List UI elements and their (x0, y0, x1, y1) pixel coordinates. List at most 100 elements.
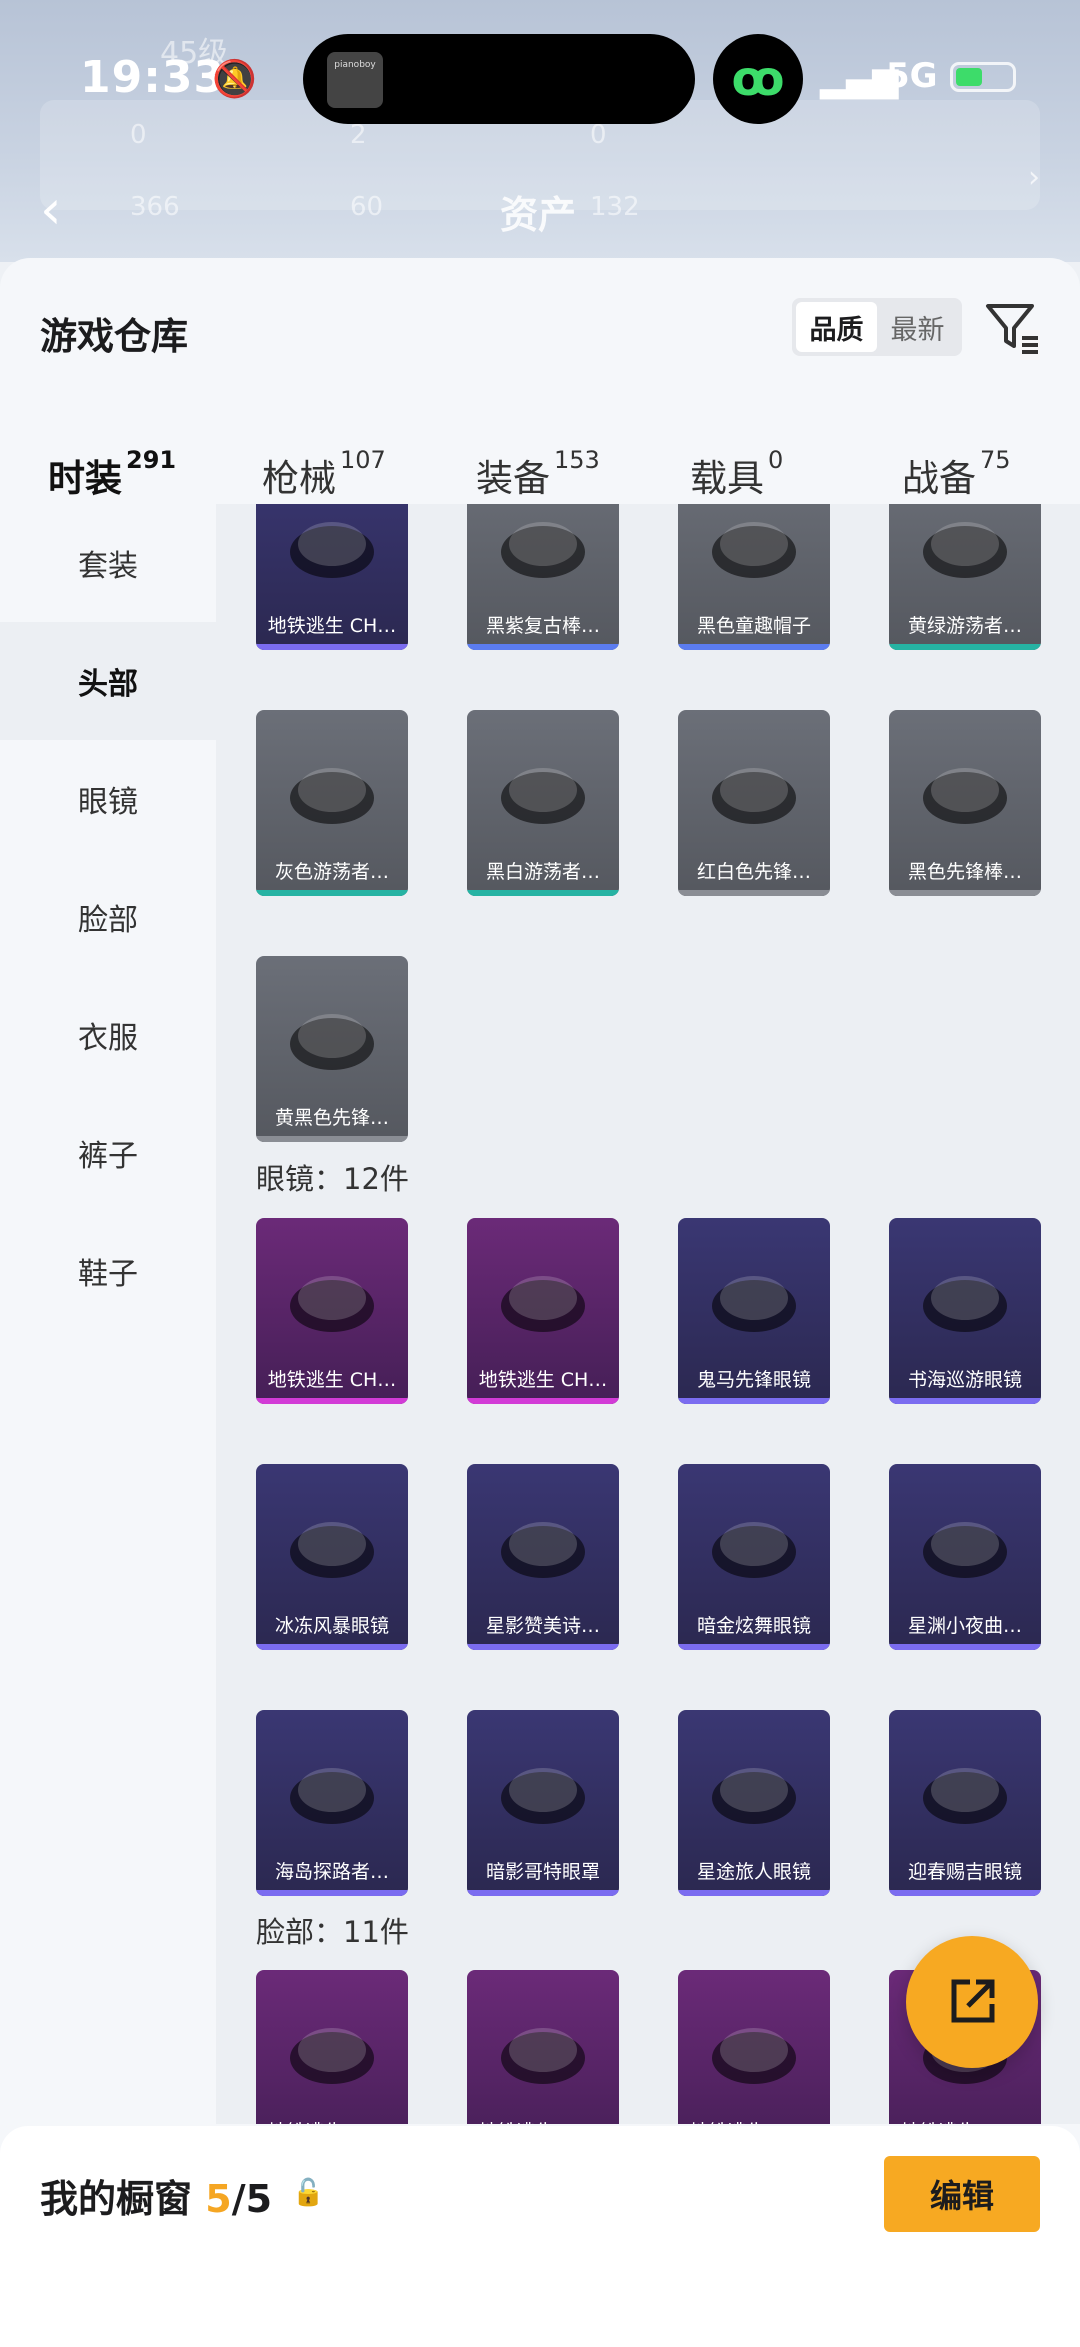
item-label: 地铁逃生 CH… (467, 2117, 619, 2124)
tab-vehicles[interactable]: 载具 0 (690, 446, 784, 502)
item-card[interactable]: 海岛探路者… (256, 1710, 408, 1896)
sidebar-item-glasses[interactable]: 眼镜 (0, 740, 216, 858)
stat-3: 0 (590, 120, 607, 150)
item-label: 地铁逃生 CH… (889, 2117, 1041, 2124)
sort-latest-button[interactable]: 最新 (877, 302, 958, 352)
quality-bar (467, 1644, 619, 1650)
item-image-icon (280, 740, 384, 840)
item-card[interactable]: 地铁逃生 CH… (256, 504, 408, 650)
item-label: 星影赞美诗… (485, 1615, 600, 1637)
sidebar-item-outfits[interactable]: 套装 (0, 504, 216, 622)
tab-label: 枪械 (262, 457, 336, 500)
item-image-icon (702, 1740, 806, 1840)
item-label: 地铁逃生 CH… (267, 615, 397, 637)
item-card[interactable]: 黄黑色先锋… (256, 956, 408, 1142)
quality-bar (467, 1890, 619, 1896)
filter-icon[interactable] (982, 298, 1042, 358)
item-image-icon (491, 1494, 595, 1594)
item-label: 灰色游荡者… (274, 861, 389, 883)
item-card[interactable]: 地铁逃生 CH… (256, 1970, 408, 2124)
item-card[interactable]: 冰冻风暴眼镜 (256, 1464, 408, 1650)
asset-title: 资产 (500, 193, 577, 237)
tab-guns[interactable]: 枪械 107 (262, 446, 386, 502)
quality-bar (678, 890, 830, 896)
chevron-right-icon: › (1028, 160, 1040, 195)
quality-bar (256, 890, 408, 896)
status-time: 19:33 (80, 52, 226, 103)
edit-button[interactable]: 编辑 (884, 2156, 1040, 2232)
quality-bar (678, 1398, 830, 1404)
item-card[interactable]: 星影赞美诗… (467, 1464, 619, 1650)
item-image-icon (913, 504, 1017, 594)
item-card[interactable]: 黑紫复古棒… (467, 504, 619, 650)
subcategory-sidebar: 套装 头部 眼镜 脸部 衣服 裤子 鞋子 (0, 504, 216, 2124)
item-card[interactable]: 暗影哥特眼罩 (467, 1710, 619, 1896)
item-card[interactable]: 地铁逃生 CH… (467, 1218, 619, 1404)
tab-equipment[interactable]: 装备 153 (476, 446, 600, 502)
album-art-icon: pianoboy (327, 52, 383, 108)
stat-6: 132 (590, 192, 640, 222)
item-card[interactable]: 黑色童趣帽子 (678, 504, 830, 650)
item-card[interactable]: 鬼马先锋眼镜 (678, 1218, 830, 1404)
item-label: 暗影哥特眼罩 (485, 1861, 600, 1883)
sidebar-item-head[interactable]: 头部 (0, 622, 216, 740)
item-label: 地铁逃生 CH… (478, 1369, 608, 1391)
item-image-icon (280, 986, 384, 1086)
item-card[interactable]: 地铁逃生 CH… (678, 1970, 830, 2124)
quality-bar (678, 1644, 830, 1650)
link-app-icon[interactable]: ꝏ (713, 34, 803, 124)
item-card[interactable]: 地铁逃生 CH… (467, 1970, 619, 2124)
item-image-icon (913, 1494, 1017, 1594)
battery-icon (950, 62, 1016, 92)
dynamic-island[interactable]: pianoboy (303, 34, 695, 124)
item-card[interactable]: 迎春赐吉眼镜 (889, 1710, 1041, 1896)
showcase-bar: 我的橱窗 5/5 🔓 编辑 (0, 2126, 1080, 2347)
item-image-icon (491, 1248, 595, 1348)
item-image-icon (280, 1494, 384, 1594)
item-card[interactable]: 红白色先锋… (678, 710, 830, 896)
item-card[interactable]: 灰色游荡者… (256, 710, 408, 896)
item-label: 星渊小夜曲… (907, 1615, 1022, 1637)
item-image-icon (702, 2000, 806, 2100)
item-label: 星途旅人眼镜 (696, 1861, 811, 1883)
share-fab-button[interactable] (906, 1936, 1038, 2068)
item-card[interactable]: 书海巡游眼镜 (889, 1218, 1041, 1404)
sort-quality-button[interactable]: 品质 (796, 302, 877, 352)
item-image-icon (280, 2000, 384, 2100)
tab-count: 0 (768, 446, 784, 474)
item-image-icon (491, 2000, 595, 2100)
sidebar-item-pants[interactable]: 裤子 (0, 1094, 216, 1212)
item-image-icon (280, 504, 384, 594)
item-image-icon (913, 1248, 1017, 1348)
warehouse-panel: 游戏仓库 品质 最新 时装 291 枪械 107 装备 153 载具 0 战备 75 套装… (0, 258, 1080, 2347)
item-card[interactable]: 地铁逃生 CH… (256, 1218, 408, 1404)
section-title: 眼镜：12件 (256, 1162, 409, 1196)
item-label: 地铁逃生 CH… (678, 2117, 830, 2124)
item-label: 黄黑色先锋… (274, 1107, 389, 1129)
item-card[interactable]: 黑色先锋棒… (889, 710, 1041, 896)
item-image-icon (702, 1494, 806, 1594)
item-card[interactable]: 暗金炫舞眼镜 (678, 1464, 830, 1650)
sidebar-item-clothes[interactable]: 衣服 (0, 976, 216, 1094)
item-card[interactable]: 黑白游荡者… (467, 710, 619, 896)
sidebar-item-shoes[interactable]: 鞋子 (0, 1212, 216, 1330)
item-label: 黄绿游荡者… (907, 615, 1022, 637)
tab-fashion[interactable]: 时装 291 (48, 446, 176, 526)
sidebar-item-face[interactable]: 脸部 (0, 858, 216, 976)
tab-gear[interactable]: 战备 75 (902, 446, 1011, 502)
item-image-icon (913, 1740, 1017, 1840)
item-card[interactable]: 星途旅人眼镜 (678, 1710, 830, 1896)
item-label: 迎春赐吉眼镜 (907, 1861, 1022, 1883)
tab-count: 75 (980, 446, 1011, 474)
item-label: 地铁逃生 CH… (267, 1369, 397, 1391)
item-card[interactable]: 黄绿游荡者… (889, 504, 1041, 650)
item-image-icon (702, 740, 806, 840)
quality-bar (256, 1890, 408, 1896)
item-label: 红白色先锋… (696, 861, 811, 883)
item-card[interactable]: 星渊小夜曲… (889, 1464, 1041, 1650)
panel-title: 游戏仓库 (40, 315, 188, 358)
item-image-icon (702, 504, 806, 594)
quality-bar (889, 644, 1041, 650)
back-chevron-icon[interactable]: ‹ (40, 178, 62, 241)
tab-label: 时装 (48, 457, 122, 500)
